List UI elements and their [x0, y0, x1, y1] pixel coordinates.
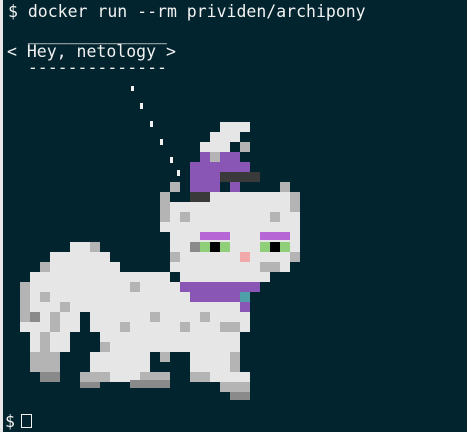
- cat-head: [160, 182, 300, 282]
- terminal-window[interactable]: $ docker run --rm prividen/archipony ___…: [0, 0, 467, 432]
- speech-tail: [131, 86, 180, 176]
- cat-hat: [190, 122, 260, 202]
- pixel-cat-pony-icon: [20, 86, 300, 400]
- prompt-symbol: $: [5, 412, 15, 431]
- shell-prompt[interactable]: $: [5, 412, 32, 432]
- terminal-cursor: [20, 414, 32, 428]
